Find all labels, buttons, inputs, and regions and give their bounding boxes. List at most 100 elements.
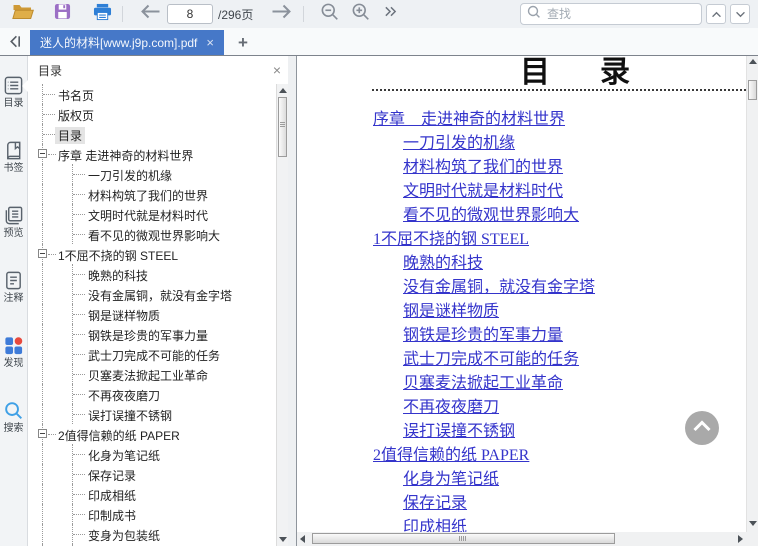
doc-toc-link[interactable]: 2值得信赖的纸 PAPER: [373, 444, 529, 468]
vertical-scrollbar[interactable]: [746, 56, 758, 532]
collapse-toggle-icon[interactable]: [38, 249, 47, 258]
toc-item[interactable]: 武士刀完成不可能的任务: [28, 344, 276, 364]
doc-toc-link-text[interactable]: 文明时代就是材料时代: [403, 183, 563, 200]
tab-active-document[interactable]: 迷人的材料[www.j9p.com].pdf ×: [30, 30, 224, 55]
horizontal-scrollbar[interactable]: [297, 532, 746, 546]
toc-item[interactable]: 变身为包装纸: [28, 524, 276, 544]
doc-toc-link-text[interactable]: 化身为笔记纸: [403, 471, 499, 488]
toc-item[interactable]: 一刀引发的机缘: [28, 164, 276, 184]
print-button[interactable]: [93, 2, 112, 26]
doc-toc-link[interactable]: 武士刀完成不可能的任务: [403, 348, 579, 372]
scroll-up-icon[interactable]: [749, 59, 757, 64]
doc-toc-link-text[interactable]: 印成相纸: [403, 519, 467, 532]
collapse-toggle-icon[interactable]: [38, 429, 47, 438]
doc-toc-link[interactable]: 不再夜夜磨刀: [403, 396, 499, 420]
doc-toc-link-text[interactable]: 没有金属铜，就没有金字塔: [403, 279, 595, 296]
vertical-scroll-thumb[interactable]: [748, 80, 757, 100]
toc-scroll-thumb[interactable]: [278, 97, 287, 157]
sidebar-item-comments[interactable]: 注释: [0, 270, 27, 304]
collapse-sidebar-button[interactable]: [7, 34, 22, 54]
tab-close-icon[interactable]: ×: [206, 36, 214, 49]
sidebar-item-toc[interactable]: 目录: [0, 75, 28, 109]
next-page-button[interactable]: [271, 2, 293, 26]
doc-toc-link-text[interactable]: 保存记录: [403, 495, 467, 512]
more-tools-button[interactable]: [384, 2, 397, 26]
find-next-button[interactable]: [730, 4, 750, 24]
scroll-up-icon[interactable]: [279, 88, 287, 93]
zoom-out-button[interactable]: [320, 2, 339, 26]
doc-toc-link-text[interactable]: 1不屈不挠的钢 STEEL: [373, 231, 529, 248]
back-to-top-button[interactable]: [685, 411, 719, 445]
scroll-right-icon[interactable]: [738, 535, 743, 543]
scroll-down-icon[interactable]: [279, 537, 287, 542]
doc-toc-link-text[interactable]: 看不见的微观世界影响大: [403, 207, 579, 224]
toc-scrollbar[interactable]: [276, 84, 288, 546]
doc-toc-link[interactable]: 保存记录: [403, 492, 467, 516]
sidebar-item-bookmarks[interactable]: 书签: [0, 140, 27, 174]
doc-toc-link[interactable]: 钢铁是珍贵的军事力量: [403, 324, 563, 348]
sidebar-item-search[interactable]: 搜索: [0, 400, 27, 434]
toc-item[interactable]: 化身为笔记纸: [28, 444, 276, 464]
doc-toc-link[interactable]: 材料构筑了我们的世界: [403, 156, 563, 180]
doc-toc-link-text[interactable]: 贝塞麦法掀起工业革命: [403, 375, 563, 392]
horizontal-scroll-thumb[interactable]: [312, 533, 615, 544]
close-icon[interactable]: ×: [273, 63, 281, 77]
doc-toc-link-text[interactable]: 武士刀完成不可能的任务: [403, 351, 579, 368]
doc-toc-link-text[interactable]: 序章 走进神奇的材料世界: [373, 111, 565, 128]
zoom-in-button[interactable]: [351, 2, 370, 26]
toc-item[interactable]: 文明时代就是材料时代: [28, 204, 276, 224]
sidebar-item-discover[interactable]: 发现: [0, 335, 27, 369]
doc-toc-link-text[interactable]: 误打误撞不锈钢: [403, 423, 515, 440]
toc-item[interactable]: 印制成书: [28, 504, 276, 524]
toc-item[interactable]: 版权页: [28, 104, 276, 124]
previous-page-button[interactable]: [139, 2, 161, 26]
doc-toc-link[interactable]: 一刀引发的机缘: [403, 132, 515, 156]
toc-item[interactable]: 印成相纸: [28, 484, 276, 504]
find-input-wrap[interactable]: [520, 3, 702, 25]
doc-toc-link-text[interactable]: 不再夜夜磨刀: [403, 399, 499, 416]
collapse-toggle-icon[interactable]: [38, 149, 47, 158]
doc-toc-link[interactable]: 文明时代就是材料时代: [403, 180, 563, 204]
toc-item[interactable]: 目录: [28, 124, 276, 144]
doc-toc-link-text[interactable]: 钢铁是珍贵的军事力量: [403, 327, 563, 344]
doc-toc-link[interactable]: 贝塞麦法掀起工业革命: [403, 372, 563, 396]
save-button[interactable]: [54, 2, 71, 26]
toc-item[interactable]: 材料构筑了我们的世界: [28, 184, 276, 204]
doc-toc-link[interactable]: 误打误撞不锈钢: [403, 420, 515, 444]
toc-item[interactable]: 1不屈不挠的钢 STEEL: [28, 244, 276, 264]
doc-toc-link[interactable]: 看不见的微观世界影响大: [403, 204, 579, 228]
doc-toc-link-text[interactable]: 晚熟的科技: [403, 255, 483, 272]
toc-item[interactable]: 没有金属铜，就没有金字塔: [28, 284, 276, 304]
open-file-button[interactable]: [12, 2, 34, 26]
toc-item[interactable]: 不再夜夜磨刀: [28, 384, 276, 404]
toc-item[interactable]: 钢是谜样物质: [28, 304, 276, 324]
doc-toc-link-text[interactable]: 一刀引发的机缘: [403, 135, 515, 152]
toc-item[interactable]: 贝塞麦法掀起工业革命: [28, 364, 276, 384]
toc-item[interactable]: 书名页: [28, 84, 276, 104]
doc-toc-link[interactable]: 序章 走进神奇的材料世界: [373, 108, 565, 132]
toc-item[interactable]: 保存记录: [28, 464, 276, 484]
toc-item[interactable]: 序章 走进神奇的材料世界: [28, 144, 276, 164]
doc-toc-link[interactable]: 晚熟的科技: [403, 252, 483, 276]
doc-toc-link[interactable]: 没有金属铜，就没有金字塔: [403, 276, 595, 300]
sidebar-item-preview[interactable]: 预览: [0, 205, 27, 239]
toc-item[interactable]: 误打误撞不锈钢: [28, 404, 276, 424]
toc-item[interactable]: 钢铁是珍贵的军事力量: [28, 324, 276, 344]
toc-item[interactable]: 晚熟的科技: [28, 264, 276, 284]
scroll-down-icon[interactable]: [749, 521, 757, 526]
doc-toc-link[interactable]: 印成相纸: [403, 516, 467, 532]
page-number-input[interactable]: [167, 4, 213, 24]
find-input[interactable]: [545, 6, 695, 22]
doc-toc-link[interactable]: 1不屈不挠的钢 STEEL: [373, 228, 529, 252]
find-previous-button[interactable]: [706, 4, 726, 24]
doc-toc-link-text[interactable]: 钢是谜样物质: [403, 303, 499, 320]
new-tab-button[interactable]: +: [238, 30, 248, 55]
doc-toc-link[interactable]: 钢是谜样物质: [403, 300, 499, 324]
toc-item[interactable]: 看不见的微观世界影响大: [28, 224, 276, 244]
scroll-left-icon[interactable]: [300, 535, 305, 543]
doc-toc-link[interactable]: 化身为笔记纸: [403, 468, 499, 492]
doc-toc-link-text[interactable]: 材料构筑了我们的世界: [403, 159, 563, 176]
panel-resize-handle[interactable]: [288, 56, 297, 546]
toc-item[interactable]: 2值得信赖的纸 PAPER: [28, 424, 276, 444]
doc-toc-link-text[interactable]: 2值得信赖的纸 PAPER: [373, 447, 529, 464]
